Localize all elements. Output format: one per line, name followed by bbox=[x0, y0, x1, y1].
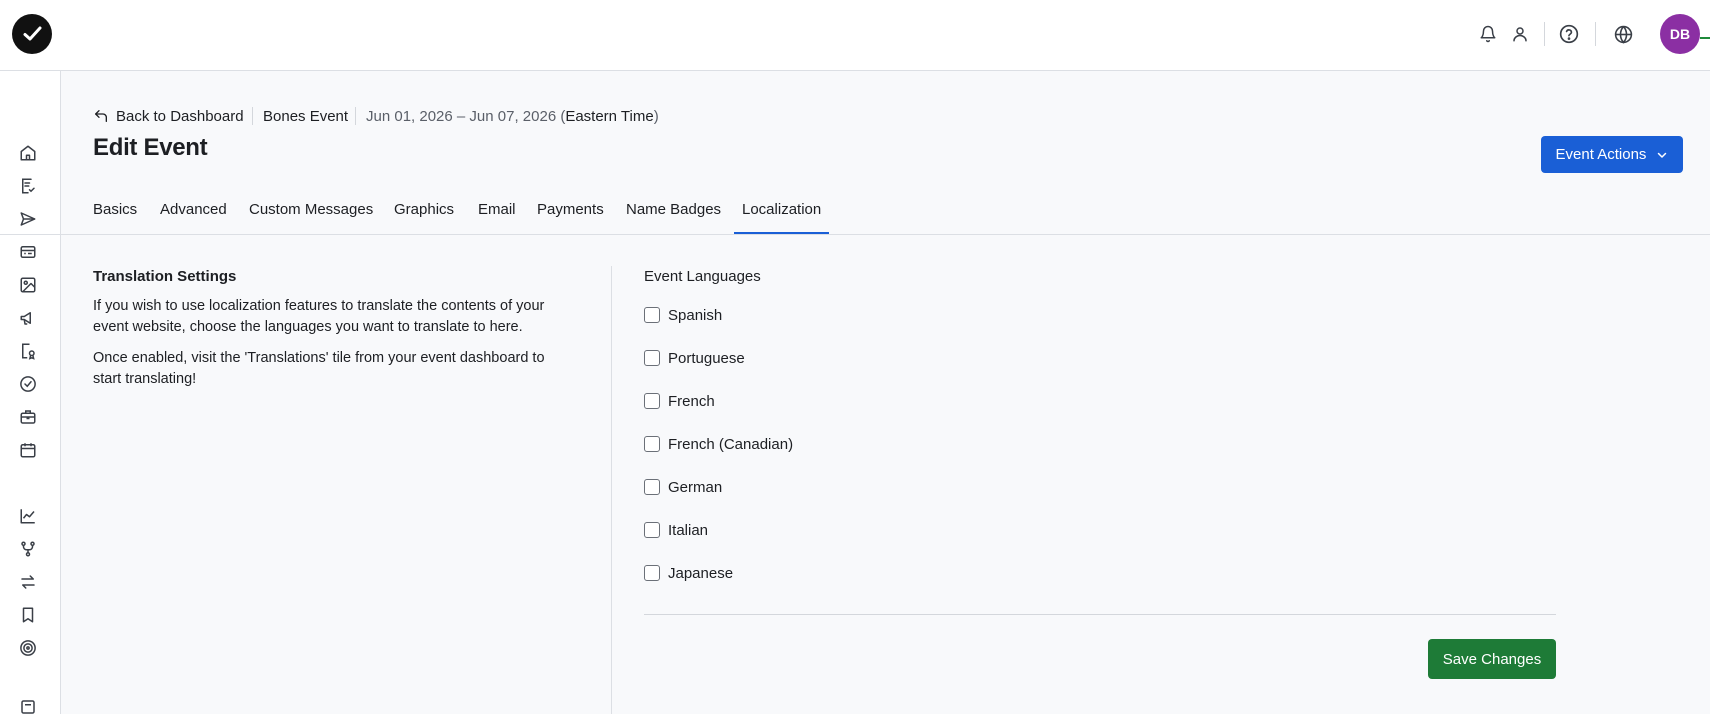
tab-name-badges[interactable]: Name Badges bbox=[626, 201, 721, 218]
language-label: Japanese bbox=[668, 564, 734, 582]
badge-search-icon[interactable] bbox=[18, 341, 38, 361]
home-icon[interactable] bbox=[18, 143, 38, 163]
globe-icon[interactable] bbox=[1611, 22, 1635, 46]
checkbox[interactable] bbox=[644, 565, 660, 581]
event-dates: Jun 01, 2026 – Jun 07, 2026 (Eastern Tim… bbox=[366, 107, 659, 125]
sidebar bbox=[0, 71, 61, 714]
checkbox[interactable] bbox=[644, 479, 660, 495]
save-changes-button[interactable]: Save Changes bbox=[1428, 639, 1556, 679]
tab-localization[interactable]: Localization bbox=[733, 201, 830, 234]
back-label: Back to Dashboard bbox=[116, 107, 244, 125]
document-icon[interactable] bbox=[18, 697, 38, 714]
event-actions-label: Event Actions bbox=[1555, 146, 1647, 163]
divider bbox=[1595, 22, 1596, 46]
translation-settings-title: Translation Settings bbox=[93, 268, 237, 285]
event-languages-title: Event Languages bbox=[644, 268, 761, 285]
checkbox[interactable] bbox=[644, 522, 660, 538]
branch-icon[interactable] bbox=[18, 539, 38, 559]
event-name: Bones Event bbox=[263, 107, 349, 125]
language-label: French bbox=[668, 392, 715, 410]
bookmark-icon[interactable] bbox=[18, 605, 38, 625]
language-label: Portuguese bbox=[668, 349, 745, 367]
chevron-down-icon bbox=[1658, 152, 1667, 158]
status-indicator bbox=[1700, 37, 1710, 39]
check-logo-icon[interactable] bbox=[12, 14, 52, 54]
column-divider bbox=[611, 266, 612, 714]
back-to-dashboard-link[interactable]: Back to Dashboard bbox=[93, 106, 244, 126]
language-option-japanese[interactable]: Japanese bbox=[644, 563, 733, 583]
avatar[interactable]: DB bbox=[1660, 14, 1700, 54]
language-option-spanish[interactable]: Spanish bbox=[644, 305, 722, 325]
checkbox[interactable] bbox=[644, 350, 660, 366]
timezone: Eastern Time bbox=[565, 107, 654, 125]
event-actions-button[interactable]: Event Actions bbox=[1541, 136, 1683, 173]
translation-instructions: Once enabled, visit the 'Translations' t… bbox=[93, 350, 545, 387]
checkbox[interactable] bbox=[644, 393, 660, 409]
calendar-icon[interactable] bbox=[18, 440, 38, 460]
help-icon[interactable] bbox=[1557, 22, 1581, 46]
tab-email[interactable]: Email bbox=[478, 201, 516, 218]
image-icon[interactable] bbox=[18, 275, 38, 295]
tab-graphics[interactable]: Graphics bbox=[394, 201, 454, 218]
chart-line-icon[interactable] bbox=[18, 506, 38, 526]
checklist-icon[interactable] bbox=[18, 176, 38, 196]
tab-payments[interactable]: Payments bbox=[537, 201, 604, 218]
registration-icon[interactable] bbox=[18, 242, 38, 262]
swap-icon[interactable] bbox=[18, 572, 38, 592]
tab-custom-messages[interactable]: Custom Messages bbox=[249, 201, 373, 218]
check-circle-icon[interactable] bbox=[18, 374, 38, 394]
return-arrow-icon bbox=[95, 110, 107, 122]
translation-description: If you wish to use localization features… bbox=[93, 298, 545, 335]
language-option-italian[interactable]: Italian bbox=[644, 520, 708, 540]
top-bar: DB bbox=[0, 0, 1710, 71]
megaphone-icon[interactable] bbox=[18, 308, 38, 328]
language-option-french-canadian[interactable]: French (Canadian) bbox=[644, 434, 793, 454]
language-option-german[interactable]: German bbox=[644, 477, 722, 497]
language-option-portuguese[interactable]: Portuguese bbox=[644, 348, 745, 368]
briefcase-icon[interactable] bbox=[18, 407, 38, 427]
checkbox[interactable] bbox=[644, 307, 660, 323]
form-divider bbox=[644, 614, 1556, 615]
breadcrumb-divider bbox=[252, 107, 253, 125]
language-option-french[interactable]: French bbox=[644, 391, 715, 411]
bell-icon[interactable] bbox=[1476, 22, 1500, 46]
tab-bar: Basics Advanced Custom Messages Graphics… bbox=[0, 195, 1710, 235]
page-title: Edit Event bbox=[93, 134, 208, 161]
language-label: Spanish bbox=[668, 306, 723, 324]
language-label: French (Canadian) bbox=[668, 435, 794, 453]
checkbox[interactable] bbox=[644, 436, 660, 452]
tab-advanced[interactable]: Advanced bbox=[160, 201, 227, 218]
target-icon[interactable] bbox=[18, 638, 38, 658]
language-label: German bbox=[668, 478, 723, 496]
user-icon[interactable] bbox=[1508, 22, 1532, 46]
language-label: Italian bbox=[668, 521, 709, 539]
tab-basics[interactable]: Basics bbox=[93, 201, 137, 218]
breadcrumb-divider bbox=[355, 107, 356, 125]
divider bbox=[1544, 22, 1545, 46]
